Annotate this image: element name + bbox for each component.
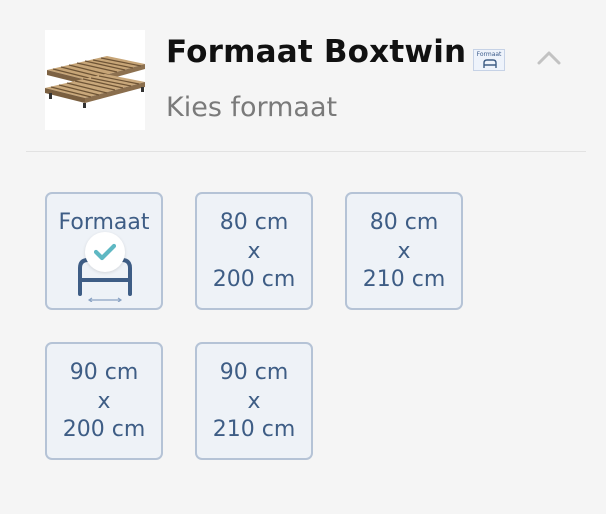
- bed-mini-icon: [483, 59, 497, 68]
- option-subtitle: Kies formaat: [166, 92, 338, 123]
- format-separator: x: [247, 238, 261, 264]
- format-width: 80 cm: [219, 210, 289, 235]
- format-option-80x210[interactable]: 80 cm x 210 cm: [345, 192, 463, 310]
- format-option-default[interactable]: Formaat: [45, 192, 163, 310]
- checkmark-icon: [94, 243, 116, 261]
- header-divider: [26, 151, 586, 152]
- format-option-text: 90 cm x 210 cm: [197, 359, 311, 445]
- format-option-90x210[interactable]: 90 cm x 210 cm: [195, 342, 313, 460]
- format-length: 200 cm: [62, 417, 146, 442]
- chevron-up-icon: [537, 51, 561, 65]
- format-width: 80 cm: [369, 210, 439, 235]
- format-length: 200 cm: [212, 267, 296, 292]
- product-thumbnail: [45, 30, 145, 130]
- format-length: 210 cm: [362, 267, 446, 292]
- format-option-80x200[interactable]: 80 cm x 200 cm: [195, 192, 313, 310]
- format-option-90x200[interactable]: 90 cm x 200 cm: [45, 342, 163, 460]
- format-option-text: 90 cm x 200 cm: [47, 359, 161, 445]
- format-width: 90 cm: [219, 360, 289, 385]
- selected-format-badge: Formaat: [473, 49, 505, 71]
- format-length: 210 cm: [212, 417, 296, 442]
- option-header[interactable]: Formaat Boxtwin Kies formaat Formaat: [0, 0, 606, 152]
- selected-check-badge: [85, 232, 125, 272]
- badge-label: Formaat: [476, 51, 502, 58]
- format-separator: x: [397, 238, 411, 264]
- collapse-button[interactable]: [534, 44, 564, 70]
- option-title: Formaat Boxtwin: [166, 34, 467, 70]
- boxspring-image: [45, 30, 145, 130]
- format-option-text: 80 cm x 210 cm: [347, 209, 461, 295]
- format-separator: x: [97, 388, 111, 414]
- format-separator: x: [247, 388, 261, 414]
- format-option-text: 80 cm x 200 cm: [197, 209, 311, 295]
- format-width: 90 cm: [69, 360, 139, 385]
